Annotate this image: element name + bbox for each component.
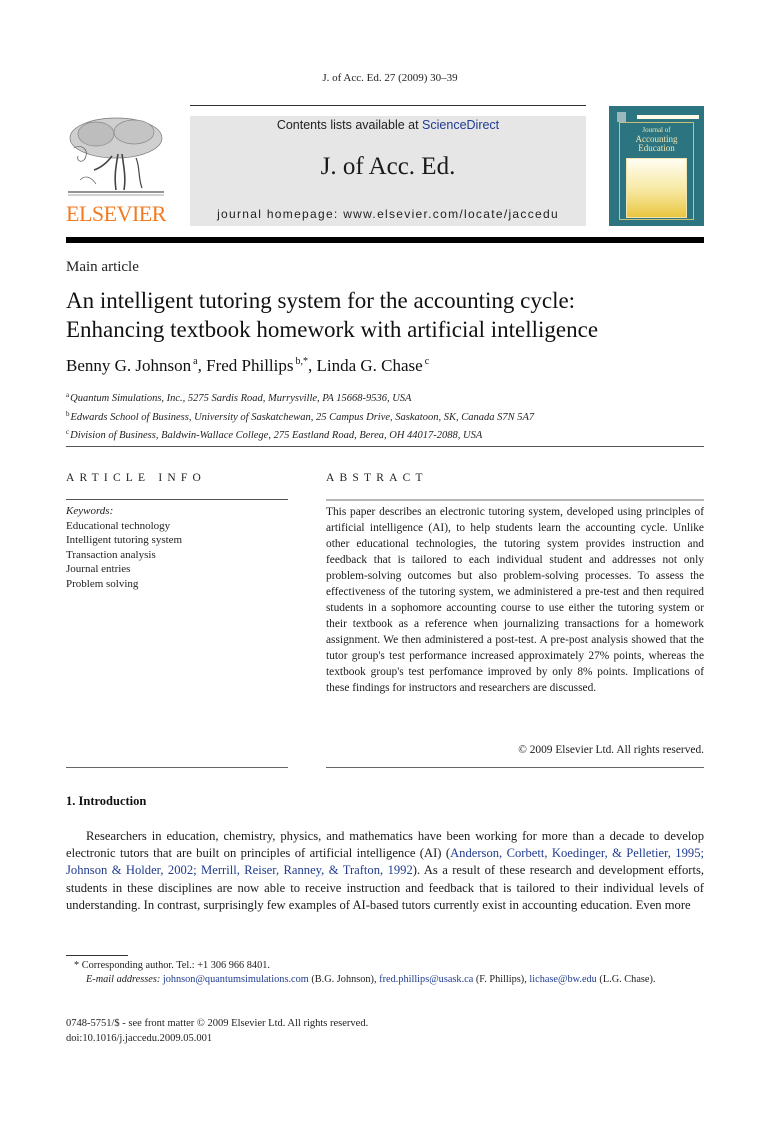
header-top-rule xyxy=(190,105,586,106)
article-type: Main article xyxy=(66,259,139,275)
abstract-text: This paper describes an electronic tutor… xyxy=(326,506,704,694)
cover-title: Journal of Accounting Education xyxy=(609,126,704,153)
author-list: Benny G. Johnson a, Fred Phillips b,*, Lin… xyxy=(66,356,430,375)
email-owner: (L.G. Chase). xyxy=(599,974,656,985)
introduction-paragraph: Researchers in education, chemistry, phy… xyxy=(66,828,704,914)
abstract-rule xyxy=(326,499,704,501)
keywords-heading: Keywords: xyxy=(66,505,114,517)
affiliation-item: bEdwards School of Business, University … xyxy=(66,407,534,426)
citation-link[interactable]: Merrill, Reiser, Ranney, & Trafton, 1992 xyxy=(201,863,413,877)
affiliation-text: Division of Business, Baldwin-Wallace Co… xyxy=(70,430,483,441)
keyword-item: Intelligent tutoring system xyxy=(66,534,183,546)
email-link[interactable]: lichase@bw.edu xyxy=(529,974,596,985)
journal-homepage[interactable]: journal homepage: www.elsevier.com/locat… xyxy=(190,207,586,221)
citation-separator: ; xyxy=(700,846,705,861)
article-info-rule xyxy=(66,499,288,500)
email-note: E-mail addresses: johnson@quantumsimulat… xyxy=(86,974,656,985)
elsevier-tree-icon xyxy=(68,117,164,196)
author-name[interactable]: Linda G. Chase xyxy=(316,356,422,375)
affiliation-item: aQuantum Simulations, Inc., 5275 Sardis … xyxy=(66,388,534,407)
running-citation: J. of Acc. Ed. 27 (2009) 30–39 xyxy=(322,72,458,84)
header-thick-rule xyxy=(66,237,704,243)
journal-title: J. of Acc. Ed. xyxy=(320,153,456,180)
footnotes: * Corresponding author. Tel.: +1 306 966… xyxy=(66,959,704,987)
keyword-item: Journal entries xyxy=(66,563,131,575)
journal-banner: Contents lists available at ScienceDirec… xyxy=(190,116,586,226)
email-link[interactable]: johnson@quantumsimulations.com xyxy=(163,974,309,985)
sciencedirect-link[interactable]: ScienceDirect xyxy=(422,118,499,132)
affiliation-mark: c xyxy=(66,428,70,436)
email-owner: (B.G. Johnson) xyxy=(311,974,374,985)
affiliation-item: cDivision of Business, Baldwin-Wallace C… xyxy=(66,425,534,444)
elsevier-wordmark: ELSEVIER xyxy=(66,201,166,226)
email-link[interactable]: fred.phillips@usask.ca xyxy=(379,974,473,985)
abstract-copyright: © 2009 Elsevier Ltd. All rights reserved… xyxy=(518,744,704,756)
author-name[interactable]: Benny G. Johnson xyxy=(66,356,191,375)
affiliation-text: Quantum Simulations, Inc., 5275 Sardis R… xyxy=(70,393,412,404)
citation-separator: ; xyxy=(193,863,202,878)
title-line: Enhancing textbook homework with artific… xyxy=(66,317,599,342)
section-divider xyxy=(66,446,704,447)
author-name[interactable]: Fred Phillips xyxy=(206,356,293,375)
keyword-item: Problem solving xyxy=(66,577,139,590)
article-info-bottom-rule xyxy=(66,767,288,768)
section-heading-introduction: 1. Introduction xyxy=(66,794,147,808)
cover-panel xyxy=(626,158,687,218)
author-affil-mark[interactable]: b,* xyxy=(295,356,308,367)
footnote-rule xyxy=(66,955,128,956)
abstract-heading: ABSTRACT xyxy=(326,472,428,484)
affiliation-text: Edwards School of Business, University o… xyxy=(70,411,535,423)
cover-publisher-icon xyxy=(617,112,626,122)
author-affil-mark[interactable]: c xyxy=(425,356,429,367)
front-matter: 0748-5751/$ - see front matter © 2009 El… xyxy=(66,1017,368,1046)
affiliation-mark: b xyxy=(66,409,70,418)
cover-top-bar xyxy=(637,115,699,119)
article-title: An intelligent tutoring system for the a… xyxy=(66,286,706,344)
author-affil-mark[interactable]: a xyxy=(193,356,197,367)
abstract-bottom-rule xyxy=(326,767,704,768)
affiliation-mark: a xyxy=(66,391,70,399)
keyword-item: Transaction analysis xyxy=(66,548,156,561)
citation-link[interactable]: Anderson, Corbett, Koedinger, & Pelletie… xyxy=(450,846,700,860)
contents-availability: Contents lists available at ScienceDirec… xyxy=(190,118,586,132)
email-label: E-mail addresses: xyxy=(86,974,161,985)
issn-line: 0748-5751/$ - see front matter © 2009 El… xyxy=(66,1018,369,1029)
article-info-heading: ARTICLE INFO xyxy=(66,472,206,484)
journal-cover-image[interactable]: Journal of Accounting Education xyxy=(609,106,704,226)
elsevier-logo[interactable]: ELSEVIER xyxy=(66,114,166,226)
doi-line[interactable]: doi:10.1016/j.jaccedu.2009.05.001 xyxy=(66,1032,368,1047)
title-line: An intelligent tutoring system for the a… xyxy=(66,288,576,313)
email-owner: (F. Phillips) xyxy=(475,974,525,985)
affiliations: aQuantum Simulations, Inc., 5275 Sardis … xyxy=(66,388,534,444)
cover-title-line: Education xyxy=(638,143,675,153)
citation-link[interactable]: Johnson & Holder, 2002 xyxy=(66,863,193,877)
keyword-item: Educational technology xyxy=(66,519,171,532)
keywords-list: Keywords: Educational technology Intelli… xyxy=(66,504,182,591)
corresponding-author-note: * Corresponding author. Tel.: +1 306 966… xyxy=(74,960,270,971)
contents-prefix: Contents lists available at xyxy=(276,118,423,132)
